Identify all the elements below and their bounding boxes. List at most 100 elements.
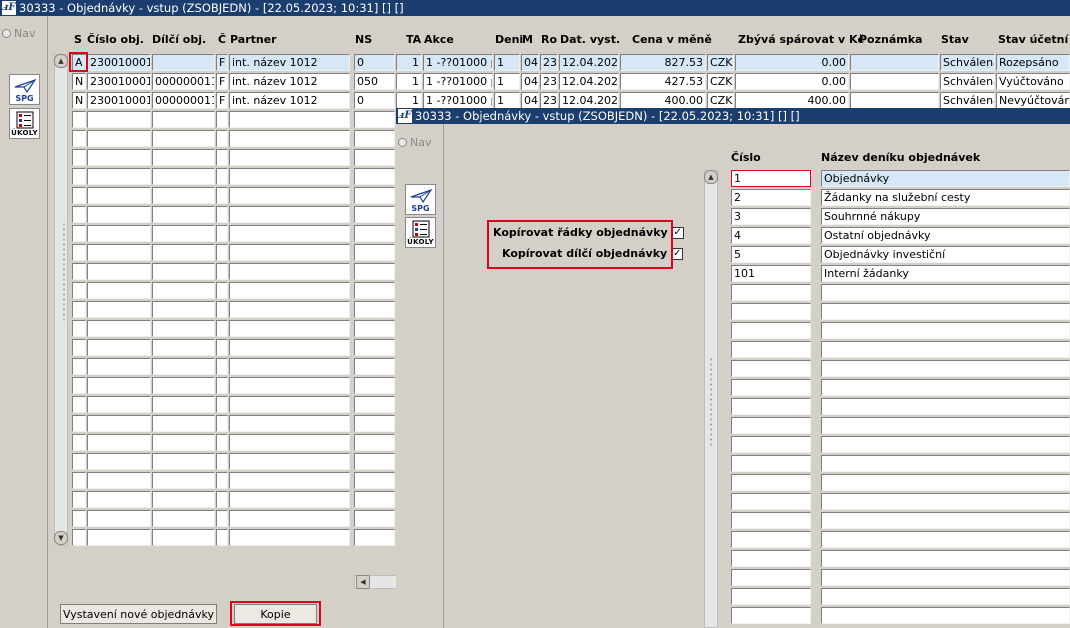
journal-cell-nazev[interactable] bbox=[821, 569, 1070, 586]
cell-ns[interactable] bbox=[354, 206, 395, 223]
new-order-button[interactable]: Vystavení nové objednávky bbox=[60, 604, 217, 624]
cell-dilci-obj[interactable] bbox=[152, 168, 215, 185]
cell-cislo-obj[interactable] bbox=[87, 434, 151, 451]
cell-dilci-obj[interactable] bbox=[152, 282, 215, 299]
cell-c[interactable] bbox=[216, 529, 228, 546]
cell-c[interactable] bbox=[216, 206, 228, 223]
cell-ro[interactable]: 23 bbox=[540, 73, 558, 90]
ukoly-button[interactable]: ÚKOLY bbox=[9, 108, 40, 139]
journal-cell-nazev[interactable] bbox=[821, 417, 1070, 434]
journal-cell-cislo[interactable] bbox=[731, 512, 811, 529]
cell-cislo-obj[interactable] bbox=[87, 206, 151, 223]
cell-cislo-obj[interactable] bbox=[87, 377, 151, 394]
cell-partner[interactable] bbox=[229, 339, 350, 356]
journal-cell-cislo[interactable] bbox=[731, 379, 811, 396]
cell-s[interactable] bbox=[72, 320, 86, 337]
cell-c[interactable]: F bbox=[216, 92, 228, 109]
cell-cislo-obj[interactable]: 2300100017 bbox=[87, 54, 151, 71]
cell-c[interactable] bbox=[216, 244, 228, 261]
cell-partner[interactable] bbox=[229, 377, 350, 394]
cell-mena[interactable]: CZK bbox=[707, 54, 734, 71]
cell-poznamka[interactable] bbox=[850, 54, 939, 71]
cell-cislo-obj[interactable] bbox=[87, 187, 151, 204]
journal-cell-cislo[interactable] bbox=[731, 360, 811, 377]
journal-cell-cislo[interactable]: 4 bbox=[731, 227, 811, 244]
cell-ns[interactable] bbox=[354, 282, 395, 299]
cell-c[interactable] bbox=[216, 301, 228, 318]
cell-dat-vyst[interactable]: 12.04.2023 bbox=[559, 54, 619, 71]
cell-s[interactable] bbox=[72, 149, 86, 166]
journal-cell-nazev[interactable] bbox=[821, 493, 1070, 510]
cell-c[interactable] bbox=[216, 282, 228, 299]
cell-partner[interactable] bbox=[229, 358, 350, 375]
cell-dilci-obj[interactable] bbox=[152, 225, 215, 242]
cell-s[interactable]: N bbox=[72, 92, 86, 109]
cell-partner[interactable] bbox=[229, 491, 350, 508]
cell-ns[interactable] bbox=[354, 396, 395, 413]
cell-cislo-obj[interactable] bbox=[87, 301, 151, 318]
journal-cell-cislo[interactable] bbox=[731, 341, 811, 358]
cell-dilci-obj[interactable] bbox=[152, 358, 215, 375]
cell-s[interactable] bbox=[72, 282, 86, 299]
cell-ns[interactable] bbox=[354, 187, 395, 204]
cell-s[interactable] bbox=[72, 529, 86, 546]
cell-ns[interactable] bbox=[354, 415, 395, 432]
dialog-spg-button[interactable]: SPG bbox=[405, 184, 436, 215]
cell-s[interactable] bbox=[72, 339, 86, 356]
cell-dilci-obj[interactable] bbox=[152, 453, 215, 470]
cell-ns[interactable] bbox=[354, 472, 395, 489]
cell-partner[interactable] bbox=[229, 130, 350, 147]
journal-cell-cislo[interactable] bbox=[731, 493, 811, 510]
cell-c[interactable] bbox=[216, 263, 228, 280]
cell-ns[interactable] bbox=[354, 491, 395, 508]
cell-partner[interactable] bbox=[229, 415, 350, 432]
cell-cislo-obj[interactable] bbox=[87, 225, 151, 242]
journal-cell-nazev[interactable] bbox=[821, 398, 1070, 415]
cell-stav[interactable]: Schválená bbox=[940, 54, 995, 71]
cell-zbyva[interactable]: 400.00 bbox=[735, 92, 849, 109]
cell-deni[interactable]: 1 bbox=[494, 92, 520, 109]
cell-stav[interactable]: Schválená bbox=[940, 73, 995, 90]
cell-partner[interactable]: int. název 1012 bbox=[229, 54, 350, 71]
cell-cislo-obj[interactable] bbox=[87, 510, 151, 527]
journal-cell-cislo[interactable] bbox=[731, 436, 811, 453]
journal-cell-cislo[interactable] bbox=[731, 607, 811, 624]
cell-c[interactable] bbox=[216, 434, 228, 451]
journal-cell-cislo[interactable]: 1 bbox=[731, 170, 811, 187]
cell-cislo-obj[interactable] bbox=[87, 339, 151, 356]
cell-stav-ucetni[interactable]: Rozepsáno bbox=[996, 54, 1070, 71]
cell-partner[interactable] bbox=[229, 453, 350, 470]
cell-zbyva[interactable]: 0.00 bbox=[735, 54, 849, 71]
journal-cell-nazev[interactable] bbox=[821, 512, 1070, 529]
journal-cell-nazev[interactable] bbox=[821, 607, 1070, 624]
journal-cell-nazev[interactable] bbox=[821, 379, 1070, 396]
cell-dat-vyst[interactable]: 12.04.2023 bbox=[559, 92, 619, 109]
journal-cell-nazev[interactable] bbox=[821, 455, 1070, 472]
journal-cell-cislo[interactable] bbox=[731, 398, 811, 415]
cell-akce[interactable]: 1 -??01000 pr bbox=[423, 54, 493, 71]
cell-c[interactable] bbox=[216, 130, 228, 147]
cell-partner[interactable] bbox=[229, 225, 350, 242]
cell-ns[interactable] bbox=[354, 244, 395, 261]
cell-s[interactable] bbox=[72, 472, 86, 489]
cell-partner[interactable] bbox=[229, 282, 350, 299]
cell-partner[interactable] bbox=[229, 111, 350, 128]
cell-cislo-obj[interactable] bbox=[87, 149, 151, 166]
cell-c[interactable] bbox=[216, 358, 228, 375]
dialog-nav-toggle[interactable]: Nav bbox=[398, 136, 431, 149]
cell-s[interactable]: N bbox=[72, 73, 86, 90]
cell-c[interactable] bbox=[216, 453, 228, 470]
journal-cell-cislo[interactable] bbox=[731, 284, 811, 301]
journal-cell-cislo[interactable] bbox=[731, 550, 811, 567]
journal-scroll-up-icon[interactable]: ▲ bbox=[704, 170, 718, 184]
cell-stav-ucetni[interactable]: Vyúčtováno bbox=[996, 73, 1070, 90]
cell-dilci-obj[interactable] bbox=[152, 149, 215, 166]
journal-cell-nazev[interactable] bbox=[821, 322, 1070, 339]
cell-partner[interactable] bbox=[229, 396, 350, 413]
cell-s[interactable] bbox=[72, 187, 86, 204]
journal-cell-nazev[interactable]: Interní žádanky bbox=[821, 265, 1070, 282]
cell-cislo-obj[interactable] bbox=[87, 358, 151, 375]
cell-ta[interactable]: 1 bbox=[396, 92, 422, 109]
journal-cell-cislo[interactable] bbox=[731, 474, 811, 491]
cell-dilci-obj[interactable] bbox=[152, 187, 215, 204]
